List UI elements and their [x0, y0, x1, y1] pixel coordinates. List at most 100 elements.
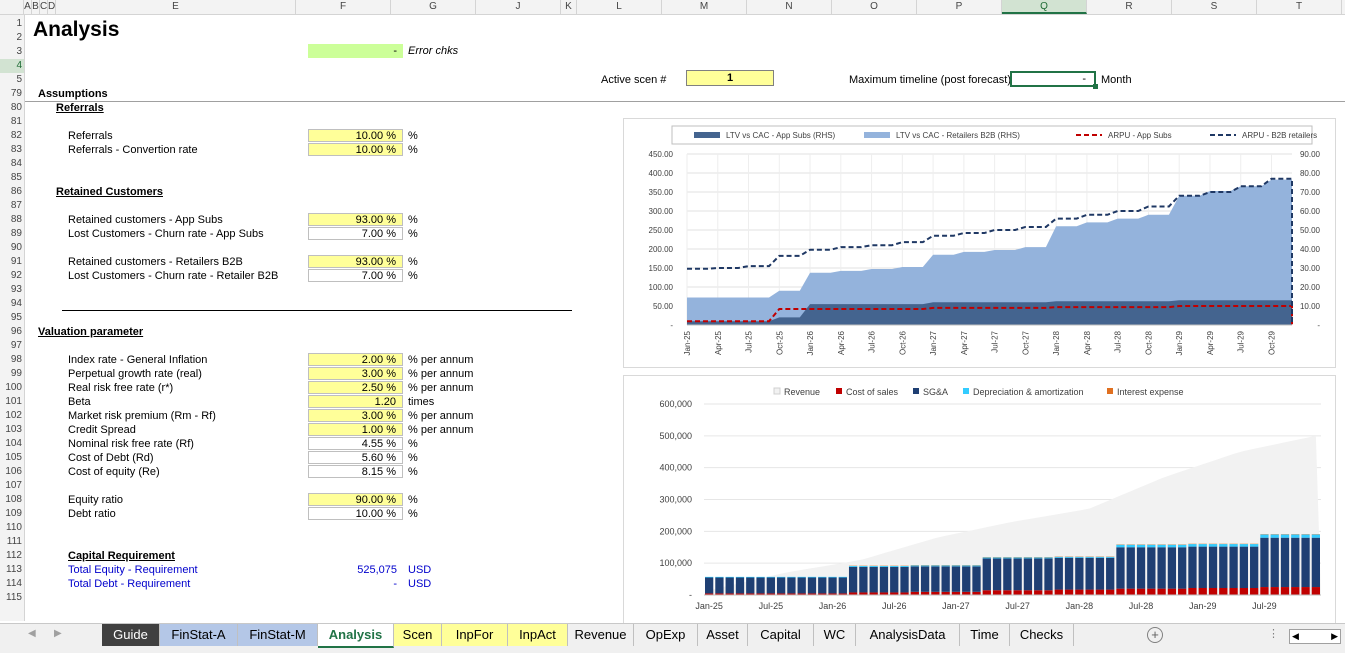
column-header-l[interactable]: L — [577, 0, 662, 14]
row-header[interactable]: 113 — [0, 563, 24, 577]
column-header-k[interactable]: K — [561, 0, 577, 14]
row-header[interactable]: 87 — [0, 199, 24, 213]
row-header[interactable]: 91 — [0, 255, 24, 269]
fill-handle[interactable] — [1093, 84, 1098, 89]
row-header[interactable]: 79 — [0, 87, 24, 101]
row-header[interactable]: 115 — [0, 591, 24, 605]
row-header[interactable]: 80 — [0, 101, 24, 115]
column-header-g[interactable]: G — [391, 0, 476, 14]
row-header[interactable]: 109 — [0, 507, 24, 521]
column-header-s[interactable]: S — [1172, 0, 1257, 14]
row-header[interactable]: 1 — [0, 17, 24, 31]
more-options-icon[interactable]: ⋮ — [1268, 627, 1279, 640]
row-header[interactable]: 94 — [0, 297, 24, 311]
param-value-cell[interactable]: 525,075 — [308, 563, 403, 577]
row-header[interactable]: 2 — [0, 31, 24, 45]
param-value-cell[interactable]: 93.00 % — [308, 213, 403, 226]
param-value-cell[interactable]: 10.00 % — [308, 507, 403, 520]
row-header[interactable]: 85 — [0, 171, 24, 185]
row-header[interactable]: 101 — [0, 395, 24, 409]
param-value-cell[interactable]: 10.00 % — [308, 143, 403, 156]
column-header-n[interactable]: N — [747, 0, 832, 14]
column-header-d[interactable]: D — [48, 0, 56, 14]
column-header-f[interactable]: F — [296, 0, 391, 14]
row-header[interactable]: 89 — [0, 227, 24, 241]
row-header[interactable]: 82 — [0, 129, 24, 143]
row-header[interactable]: 90 — [0, 241, 24, 255]
column-header-a[interactable]: A — [24, 0, 32, 14]
column-header-q[interactable]: Q — [1002, 0, 1087, 14]
param-value-cell[interactable]: 1.20 — [308, 395, 403, 408]
row-header[interactable]: 86 — [0, 185, 24, 199]
row-header[interactable]: 100 — [0, 381, 24, 395]
row-header[interactable]: 5 — [0, 73, 24, 87]
column-header-p[interactable]: P — [917, 0, 1002, 14]
ltv-arpu-chart[interactable]: LTV vs CAC - App Subs (RHS)LTV vs CAC - … — [623, 118, 1336, 368]
tab-time[interactable]: Time — [960, 624, 1010, 646]
row-header[interactable]: 98 — [0, 353, 24, 367]
row-header[interactable]: 102 — [0, 409, 24, 423]
tab-inpfor[interactable]: InpFor — [442, 624, 508, 646]
row-header[interactable]: 112 — [0, 549, 24, 563]
row-header[interactable]: 107 — [0, 479, 24, 493]
error-check-cell[interactable]: - — [308, 44, 403, 58]
row-header[interactable]: 106 — [0, 465, 24, 479]
column-header-b[interactable]: B — [32, 0, 40, 14]
param-value-cell[interactable]: 2.50 % — [308, 381, 403, 394]
tab-checks[interactable]: Checks — [1010, 624, 1074, 646]
column-header-e[interactable]: E — [56, 0, 296, 14]
row-header[interactable]: 110 — [0, 521, 24, 535]
add-sheet-icon[interactable]: + — [1147, 627, 1163, 643]
column-header-r[interactable]: R — [1087, 0, 1172, 14]
row-header[interactable]: 114 — [0, 577, 24, 591]
pnl-cost-chart[interactable]: RevenueCost of salesSG&ADepreciation & a… — [623, 375, 1336, 624]
row-header[interactable]: 103 — [0, 423, 24, 437]
column-header-m[interactable]: M — [662, 0, 747, 14]
horizontal-scrollbar[interactable]: ◀ ▶ — [1289, 629, 1341, 644]
param-value-cell[interactable]: - — [308, 577, 403, 591]
max-timeline-input[interactable]: - — [1010, 71, 1096, 87]
tab-asset[interactable]: Asset — [698, 624, 748, 646]
row-header[interactable]: 4 — [0, 59, 24, 73]
param-value-cell[interactable]: 7.00 % — [308, 227, 403, 240]
param-value-cell[interactable]: 5.60 % — [308, 451, 403, 464]
row-header[interactable]: 95 — [0, 311, 24, 325]
column-header-j[interactable]: J — [476, 0, 561, 14]
row-header[interactable]: 108 — [0, 493, 24, 507]
tab-finstat-a[interactable]: FinStat-A — [160, 624, 238, 646]
row-header[interactable]: 111 — [0, 535, 24, 549]
tab-scroll-right-icon[interactable]: ▶ — [54, 628, 62, 639]
scroll-right-icon[interactable]: ▶ — [1331, 630, 1338, 643]
row-header[interactable]: 97 — [0, 339, 24, 353]
column-header-c[interactable]: C — [40, 0, 48, 14]
row-header[interactable]: 92 — [0, 269, 24, 283]
tab-scen[interactable]: Scen — [394, 624, 442, 646]
tab-revenue[interactable]: Revenue — [568, 624, 634, 646]
tab-guide[interactable]: Guide — [102, 624, 160, 646]
param-value-cell[interactable]: 93.00 % — [308, 255, 403, 268]
row-header[interactable]: 99 — [0, 367, 24, 381]
tab-capital[interactable]: Capital — [748, 624, 814, 646]
tab-scroll-left-icon[interactable]: ◀ — [28, 628, 36, 639]
tab-wc[interactable]: WC — [814, 624, 856, 646]
tab-opexp[interactable]: OpExp — [634, 624, 698, 646]
column-header-t[interactable]: T — [1257, 0, 1342, 14]
row-header[interactable]: 93 — [0, 283, 24, 297]
param-value-cell[interactable]: 7.00 % — [308, 269, 403, 282]
tab-finstat-m[interactable]: FinStat-M — [238, 624, 318, 646]
active-scenario-input[interactable]: 1 — [686, 70, 774, 86]
row-header[interactable]: 81 — [0, 115, 24, 129]
row-header[interactable]: 105 — [0, 451, 24, 465]
param-value-cell[interactable]: 10.00 % — [308, 129, 403, 142]
param-value-cell[interactable]: 90.00 % — [308, 493, 403, 506]
row-header[interactable]: 96 — [0, 325, 24, 339]
param-value-cell[interactable]: 3.00 % — [308, 367, 403, 380]
row-header[interactable]: 3 — [0, 45, 24, 59]
param-value-cell[interactable]: 1.00 % — [308, 423, 403, 436]
select-all-corner[interactable] — [0, 0, 24, 14]
tab-analysis[interactable]: Analysis — [318, 624, 394, 648]
tab-analysisdata[interactable]: AnalysisData — [856, 624, 960, 646]
scroll-left-icon[interactable]: ◀ — [1292, 630, 1299, 643]
tab-inpact[interactable]: InpAct — [508, 624, 568, 646]
row-header[interactable]: 104 — [0, 437, 24, 451]
